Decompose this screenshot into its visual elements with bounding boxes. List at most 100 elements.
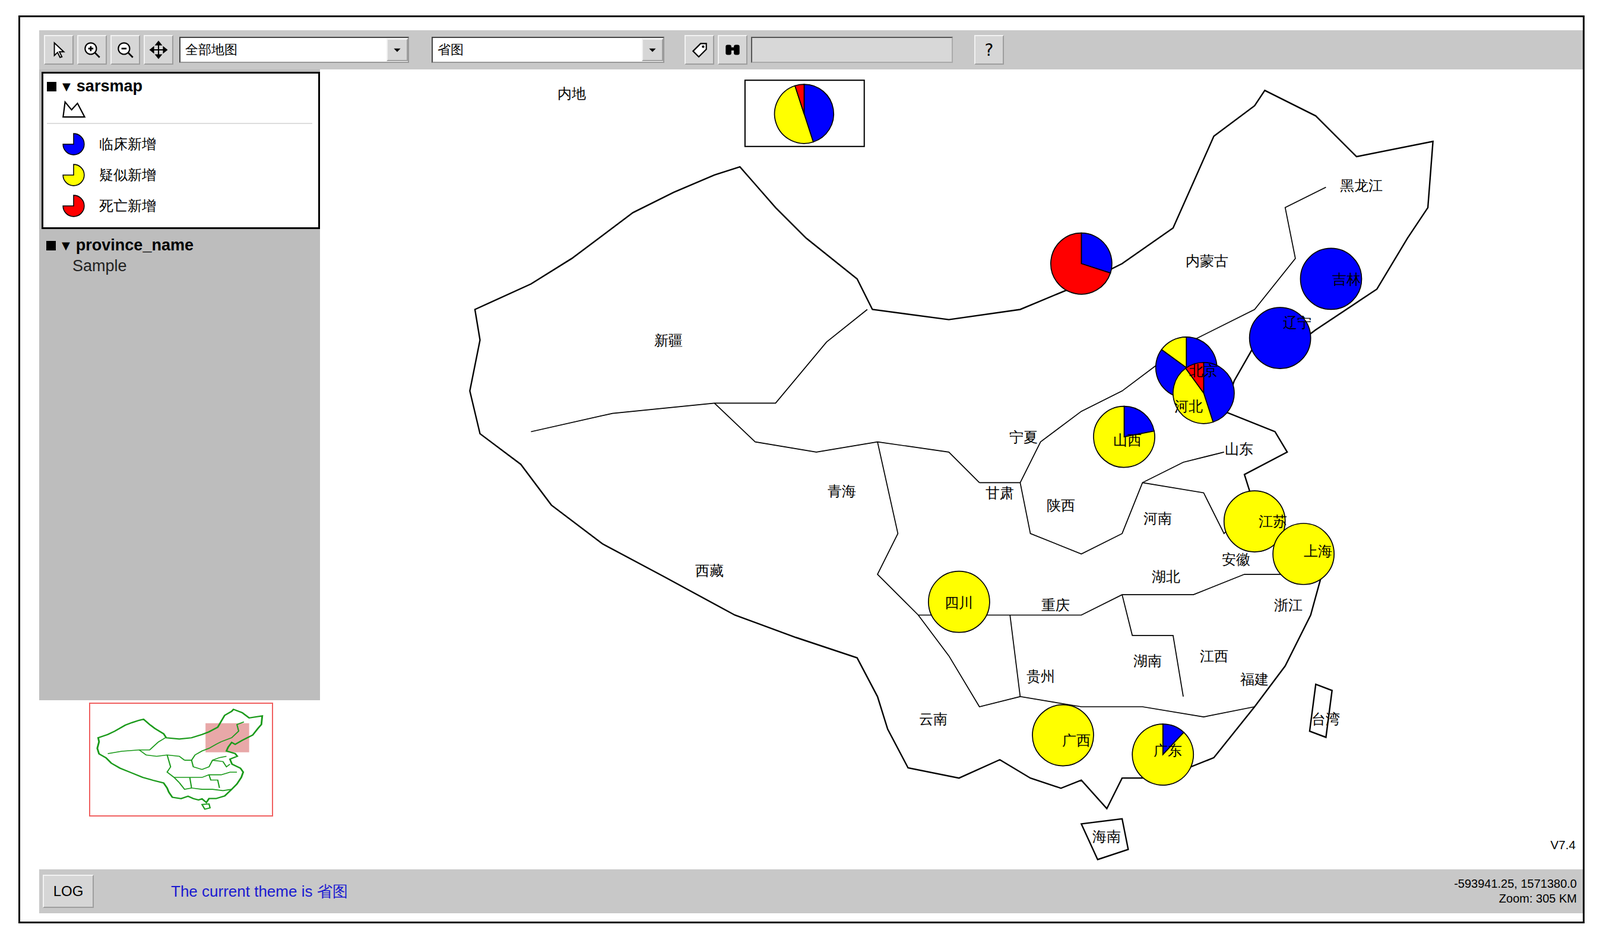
province-label: 四川 bbox=[944, 594, 974, 612]
expand-toggle[interactable]: ▼ bbox=[62, 80, 71, 93]
sample-label: Sample bbox=[41, 254, 320, 276]
province-label: 河北 bbox=[1174, 398, 1203, 415]
province-label: 浙江 bbox=[1274, 597, 1303, 614]
arrow-icon bbox=[48, 39, 69, 60]
map-select-value: 全部地图 bbox=[180, 40, 387, 59]
layer-name: sarsmap bbox=[76, 77, 143, 96]
zoom-out-button[interactable] bbox=[110, 35, 141, 65]
province-pie[interactable] bbox=[1132, 724, 1194, 786]
polygon-row bbox=[46, 95, 313, 122]
province-pie[interactable] bbox=[1050, 233, 1112, 295]
province-label: 内蒙古 bbox=[1185, 252, 1229, 270]
select-tool-button[interactable] bbox=[43, 35, 74, 65]
legend-label: 死亡新增 bbox=[99, 196, 157, 216]
province-label: 黑龙江 bbox=[1339, 177, 1383, 195]
pan-icon bbox=[148, 39, 169, 60]
province-border bbox=[714, 403, 979, 483]
zoom-in-icon bbox=[81, 39, 103, 60]
version-label: V7.4 bbox=[1550, 838, 1576, 852]
current-theme-text: The current theme is 省图 bbox=[170, 881, 348, 903]
overview-map[interactable] bbox=[89, 702, 274, 817]
help-button[interactable]: ? bbox=[974, 35, 1004, 65]
province-label: 山东 bbox=[1224, 441, 1254, 458]
province-label: 山西 bbox=[1113, 432, 1142, 449]
province-pie[interactable] bbox=[1300, 248, 1362, 310]
province-label: 海南 bbox=[1092, 828, 1121, 846]
china-outline bbox=[469, 90, 1433, 809]
province-label: 广东 bbox=[1153, 742, 1183, 760]
layer-header[interactable]: ▼ sarsmap bbox=[46, 77, 313, 96]
legend-item: 疑似新增 bbox=[46, 159, 313, 191]
zoom-text: Zoom: 305 KM bbox=[1499, 891, 1577, 907]
province-pie[interactable] bbox=[1272, 523, 1335, 585]
dropdown-arrow-icon bbox=[641, 38, 664, 62]
province-label: 青海 bbox=[827, 483, 857, 500]
legend-item: 死亡新增 bbox=[46, 190, 313, 222]
province-label: 陕西 bbox=[1046, 497, 1076, 515]
province-label: 湖北 bbox=[1151, 568, 1181, 586]
province-label: 贵州 bbox=[1026, 668, 1055, 686]
province-label: 宁夏 bbox=[1009, 429, 1038, 446]
tag-icon bbox=[689, 39, 710, 60]
province-border bbox=[1009, 615, 1255, 718]
total-pie[interactable] bbox=[774, 84, 835, 144]
hainan-outline bbox=[1081, 819, 1129, 861]
province-label: 辽宁 bbox=[1282, 314, 1312, 332]
status-bar: LOG The current theme is 省图 -593941.25, 15… bbox=[39, 869, 1583, 914]
province-label: 上海 bbox=[1303, 543, 1333, 560]
legend-label: 疑似新增 bbox=[99, 165, 157, 185]
expand-toggle[interactable]: ▼ bbox=[61, 239, 71, 252]
province-border bbox=[948, 656, 1020, 708]
pan-button[interactable] bbox=[143, 35, 174, 65]
coordinates: -593941.25, 1571380.0Zoom: 305 KM bbox=[1453, 876, 1580, 907]
log-button[interactable]: LOG bbox=[42, 875, 94, 909]
layer-visible-checkbox[interactable] bbox=[46, 241, 56, 251]
layer-panel: ▼ sarsmap 临床新增疑似新增死亡新增 ▼ province_nameSample bbox=[39, 69, 320, 701]
province-label: 甘肃 bbox=[985, 485, 1015, 502]
province-label: 台湾 bbox=[1311, 711, 1340, 728]
province-pie[interactable] bbox=[928, 571, 990, 633]
overview-china-outline bbox=[93, 707, 269, 813]
left-column: ▼ sarsmap 临床新增疑似新增死亡新增 ▼ province_nameSample bbox=[39, 69, 320, 870]
china-map: 内地黑龙江吉林辽宁内蒙古北京河北山西山东宁夏新疆青海甘肃陕西河南江苏安徽上海湖北… bbox=[320, 69, 1583, 870]
total-pie-box bbox=[745, 80, 865, 147]
province-border bbox=[530, 309, 868, 432]
map-canvas[interactable]: 内地黑龙江吉林辽宁内蒙古北京河北山西山东宁夏新疆青海甘肃陕西河南江苏安徽上海湖北… bbox=[320, 69, 1583, 870]
zoom-out-icon bbox=[115, 39, 136, 60]
province-label: 广西 bbox=[1062, 732, 1091, 750]
layer-header[interactable]: ▼ province_name bbox=[41, 229, 320, 255]
layer-visible-checkbox[interactable] bbox=[46, 81, 57, 92]
find-button[interactable] bbox=[717, 35, 748, 65]
province-pie[interactable] bbox=[1173, 362, 1235, 424]
main-area: ▼ sarsmap 临床新增疑似新增死亡新增 ▼ province_nameSample… bbox=[39, 69, 1583, 870]
toolbar: 全部地图 省图? bbox=[39, 30, 1583, 70]
map-select[interactable]: 全部地图 bbox=[179, 36, 410, 63]
polygon-icon bbox=[61, 99, 88, 120]
map-viewer-window: 全部地图 省图? ▼ sarsmap 临床新增疑似新增死亡新增 ▼ province_nam… bbox=[18, 15, 1585, 924]
province-pie[interactable] bbox=[1032, 705, 1094, 767]
province-label: 新疆 bbox=[654, 332, 683, 350]
page: 全部地图 省图? ▼ sarsmap 临床新增疑似新增死亡新增 ▼ province_nam… bbox=[0, 0, 1600, 937]
province-pie[interactable] bbox=[1093, 406, 1155, 468]
legend-label: 临床新增 bbox=[99, 134, 157, 154]
pie-wedge-icon bbox=[61, 162, 87, 188]
theme-select[interactable]: 省图 bbox=[431, 36, 665, 63]
dropdown-arrow-icon bbox=[386, 38, 408, 62]
province-label: 吉林 bbox=[1332, 271, 1361, 288]
province-label: 西藏 bbox=[695, 562, 724, 580]
zoom-in-button[interactable] bbox=[77, 35, 107, 65]
search-field[interactable] bbox=[751, 36, 953, 63]
total-label: 内地 bbox=[557, 85, 586, 103]
province-label: 云南 bbox=[919, 711, 948, 728]
province-border bbox=[1122, 594, 1184, 697]
coordinate-text: -593941.25, 1571380.0 bbox=[1453, 876, 1577, 892]
layer-name: province_name bbox=[75, 236, 194, 255]
legend-box: ▼ sarsmap 临床新增疑似新增死亡新增 bbox=[41, 71, 320, 230]
pie-wedge-icon bbox=[61, 131, 87, 157]
legend-item: 临床新增 bbox=[46, 128, 313, 160]
province-label: 湖南 bbox=[1133, 653, 1162, 670]
province-label: 北京 bbox=[1189, 362, 1218, 380]
province-label: 重庆 bbox=[1041, 597, 1070, 614]
province-label: 福建 bbox=[1240, 671, 1269, 689]
label-tool-button[interactable] bbox=[684, 35, 715, 65]
